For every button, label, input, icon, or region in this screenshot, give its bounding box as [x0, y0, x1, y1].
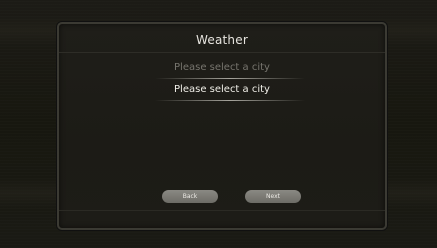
weather-city-dialog: Weather Please select a city Please sele…	[57, 22, 387, 230]
city-option-previous[interactable]: Please select a city	[59, 62, 385, 73]
next-button[interactable]: Next	[245, 190, 301, 203]
back-button[interactable]: Back	[162, 190, 218, 203]
title-divider	[59, 52, 385, 53]
city-option-selected[interactable]: Please select a city	[59, 84, 385, 95]
bottom-divider	[59, 210, 385, 211]
selection-highlight-bottom	[155, 100, 305, 101]
selection-highlight-top	[155, 78, 305, 79]
tv-screen-background: Weather Please select a city Please sele…	[0, 0, 437, 248]
dialog-title: Weather	[196, 33, 248, 47]
